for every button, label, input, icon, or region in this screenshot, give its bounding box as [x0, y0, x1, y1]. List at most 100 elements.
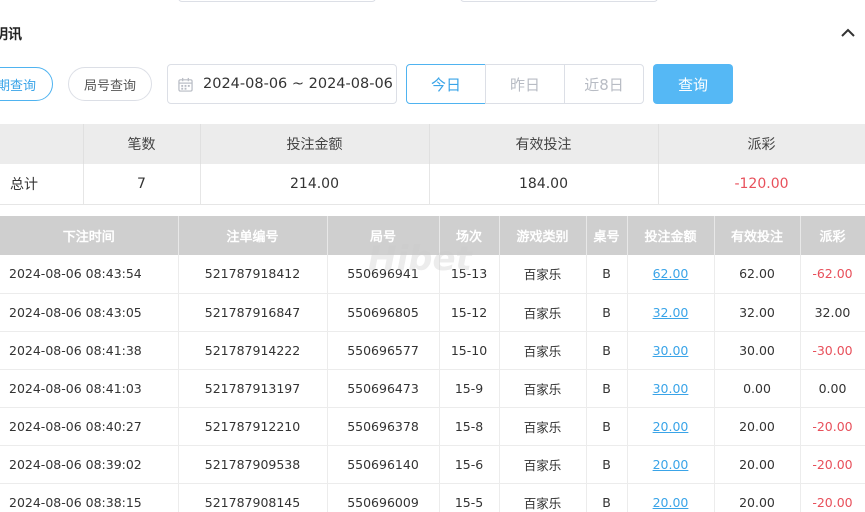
cell-round-no: 550696140	[327, 445, 440, 484]
header-valid-bet: 有效投注	[714, 216, 801, 255]
summary-table: 笔数 投注金额 有效投注 派彩 总计 7 214.00 184.00 -120.…	[0, 124, 865, 205]
summary-total-row: 总计 7 214.00 184.00 -120.00	[0, 164, 865, 205]
cell-round-no: 550696805	[327, 293, 440, 332]
cell-session: 15-10	[439, 331, 500, 370]
date-range-value: 2024-08-06 ~ 2024-08-06	[203, 76, 393, 92]
cell-table-no: B	[586, 331, 628, 370]
cell-table-no: B	[586, 369, 628, 408]
cell-game-type: 百家乐	[499, 255, 587, 294]
bet-amount-link[interactable]: 30.00	[653, 343, 689, 358]
cell-bet-amount[interactable]: 20.00	[627, 483, 715, 512]
today-button[interactable]: 今日	[406, 64, 486, 104]
cell-payout: -20.00	[800, 445, 865, 484]
cell-bet-amount[interactable]: 20.00	[627, 445, 715, 484]
summary-total-valid: 184.00	[429, 164, 659, 205]
table-row: 2024-08-06 08:43:05 521787916847 550696805…	[0, 293, 865, 332]
cell-game-type: 百家乐	[499, 331, 587, 370]
summary-header-count: 笔数	[83, 124, 201, 164]
bet-amount-link[interactable]: 20.00	[653, 457, 689, 472]
cell-order-no: 521787913197	[178, 369, 328, 408]
cell-game-type: 百家乐	[499, 483, 587, 512]
bet-amount-link[interactable]: 30.00	[653, 381, 689, 396]
cell-game-type: 百家乐	[499, 369, 587, 408]
cell-payout: -30.00	[800, 331, 865, 370]
cell-round-no: 550696378	[327, 407, 440, 446]
cell-bet-time: 2024-08-06 08:43:05	[0, 293, 179, 332]
cell-bet-amount[interactable]: 20.00	[627, 407, 715, 446]
cell-order-no: 521787914222	[178, 331, 328, 370]
cell-session: 15-9	[439, 369, 500, 408]
cell-session: 15-5	[439, 483, 500, 512]
top-input-left[interactable]	[178, 0, 376, 2]
section-title: 明讯	[0, 27, 22, 43]
cell-order-no: 521787916847	[178, 293, 328, 332]
date-query-tab[interactable]: 期查询	[0, 67, 53, 101]
cell-round-no: 550696473	[327, 369, 440, 408]
cell-valid-bet: 30.00	[714, 331, 801, 370]
query-button[interactable]: 查询	[653, 64, 733, 104]
table-row: 2024-08-06 08:39:02 521787909538 550696140…	[0, 445, 865, 484]
cell-round-no: 550696009	[327, 483, 440, 512]
header-game-type: 游戏类别	[499, 216, 587, 255]
cell-valid-bet: 20.00	[714, 483, 801, 512]
cell-order-no: 521787912210	[178, 407, 328, 446]
summary-total-bet: 214.00	[200, 164, 430, 205]
summary-header-label	[0, 124, 84, 164]
cell-bet-amount[interactable]: 32.00	[627, 293, 715, 332]
cell-table-no: B	[586, 293, 628, 332]
cell-order-no: 521787908145	[178, 483, 328, 512]
cell-session: 15-6	[439, 445, 500, 484]
cell-session: 15-13	[439, 255, 500, 294]
table-row: 2024-08-06 08:41:38 521787914222 550696577…	[0, 331, 865, 370]
summary-total-payout: -120.00	[658, 164, 865, 205]
yesterday-button[interactable]: 昨日	[485, 64, 565, 104]
cell-order-no: 521787918412	[178, 255, 328, 294]
round-query-tab[interactable]: 局号查询	[68, 67, 152, 101]
cell-valid-bet: 20.00	[714, 445, 801, 484]
table-row: 2024-08-06 08:40:27 521787912210 550696378…	[0, 407, 865, 446]
cell-round-no: 550696941	[327, 255, 440, 294]
header-payout: 派彩	[800, 216, 865, 255]
cell-order-no: 521787909538	[178, 445, 328, 484]
cell-round-no: 550696577	[327, 331, 440, 370]
cell-session: 15-8	[439, 407, 500, 446]
cell-valid-bet: 32.00	[714, 293, 801, 332]
cell-table-no: B	[586, 407, 628, 446]
cell-game-type: 百家乐	[499, 445, 587, 484]
cell-bet-time: 2024-08-06 08:38:15	[0, 483, 179, 512]
header-round-no: 局号	[327, 216, 440, 255]
detail-header-row: 下注时间 注单编号 局号 场次 游戏类别 桌号 投注金额 有效投注 派彩	[0, 216, 865, 255]
cell-bet-time: 2024-08-06 08:43:54	[0, 255, 179, 294]
cell-game-type: 百家乐	[499, 407, 587, 446]
summary-header-valid: 有效投注	[429, 124, 659, 164]
cell-session: 15-12	[439, 293, 500, 332]
cell-bet-time: 2024-08-06 08:41:03	[0, 369, 179, 408]
cell-table-no: B	[586, 445, 628, 484]
header-bet-amount: 投注金额	[627, 216, 715, 255]
last-8-days-button[interactable]: 近8日	[564, 64, 644, 104]
summary-total-count: 7	[83, 164, 201, 205]
cell-bet-amount[interactable]: 30.00	[627, 369, 715, 408]
cell-valid-bet: 62.00	[714, 255, 801, 294]
summary-header-payout: 派彩	[658, 124, 865, 164]
bet-amount-link[interactable]: 20.00	[653, 495, 689, 510]
table-row: 2024-08-06 08:41:03 521787913197 550696473…	[0, 369, 865, 408]
cell-bet-amount[interactable]: 62.00	[627, 255, 715, 294]
cell-valid-bet: 0.00	[714, 369, 801, 408]
date-range-picker[interactable]: 2024-08-06 ~ 2024-08-06	[167, 64, 397, 104]
cell-payout: -20.00	[800, 407, 865, 446]
chevron-up-icon[interactable]	[839, 24, 857, 42]
bet-amount-link[interactable]: 62.00	[653, 266, 689, 281]
bet-detail-table: 下注时间 注单编号 局号 场次 游戏类别 桌号 投注金额 有效投注 派彩 202…	[0, 216, 865, 512]
cell-bet-time: 2024-08-06 08:41:38	[0, 331, 179, 370]
cell-bet-amount[interactable]: 30.00	[627, 331, 715, 370]
header-session: 场次	[439, 216, 500, 255]
cell-table-no: B	[586, 483, 628, 512]
bet-amount-link[interactable]: 20.00	[653, 419, 689, 434]
cell-payout: -20.00	[800, 483, 865, 512]
cell-payout: 32.00	[800, 293, 865, 332]
top-input-right[interactable]	[460, 0, 658, 2]
cell-valid-bet: 20.00	[714, 407, 801, 446]
header-table-no: 桌号	[586, 216, 628, 255]
bet-amount-link[interactable]: 32.00	[653, 305, 689, 320]
